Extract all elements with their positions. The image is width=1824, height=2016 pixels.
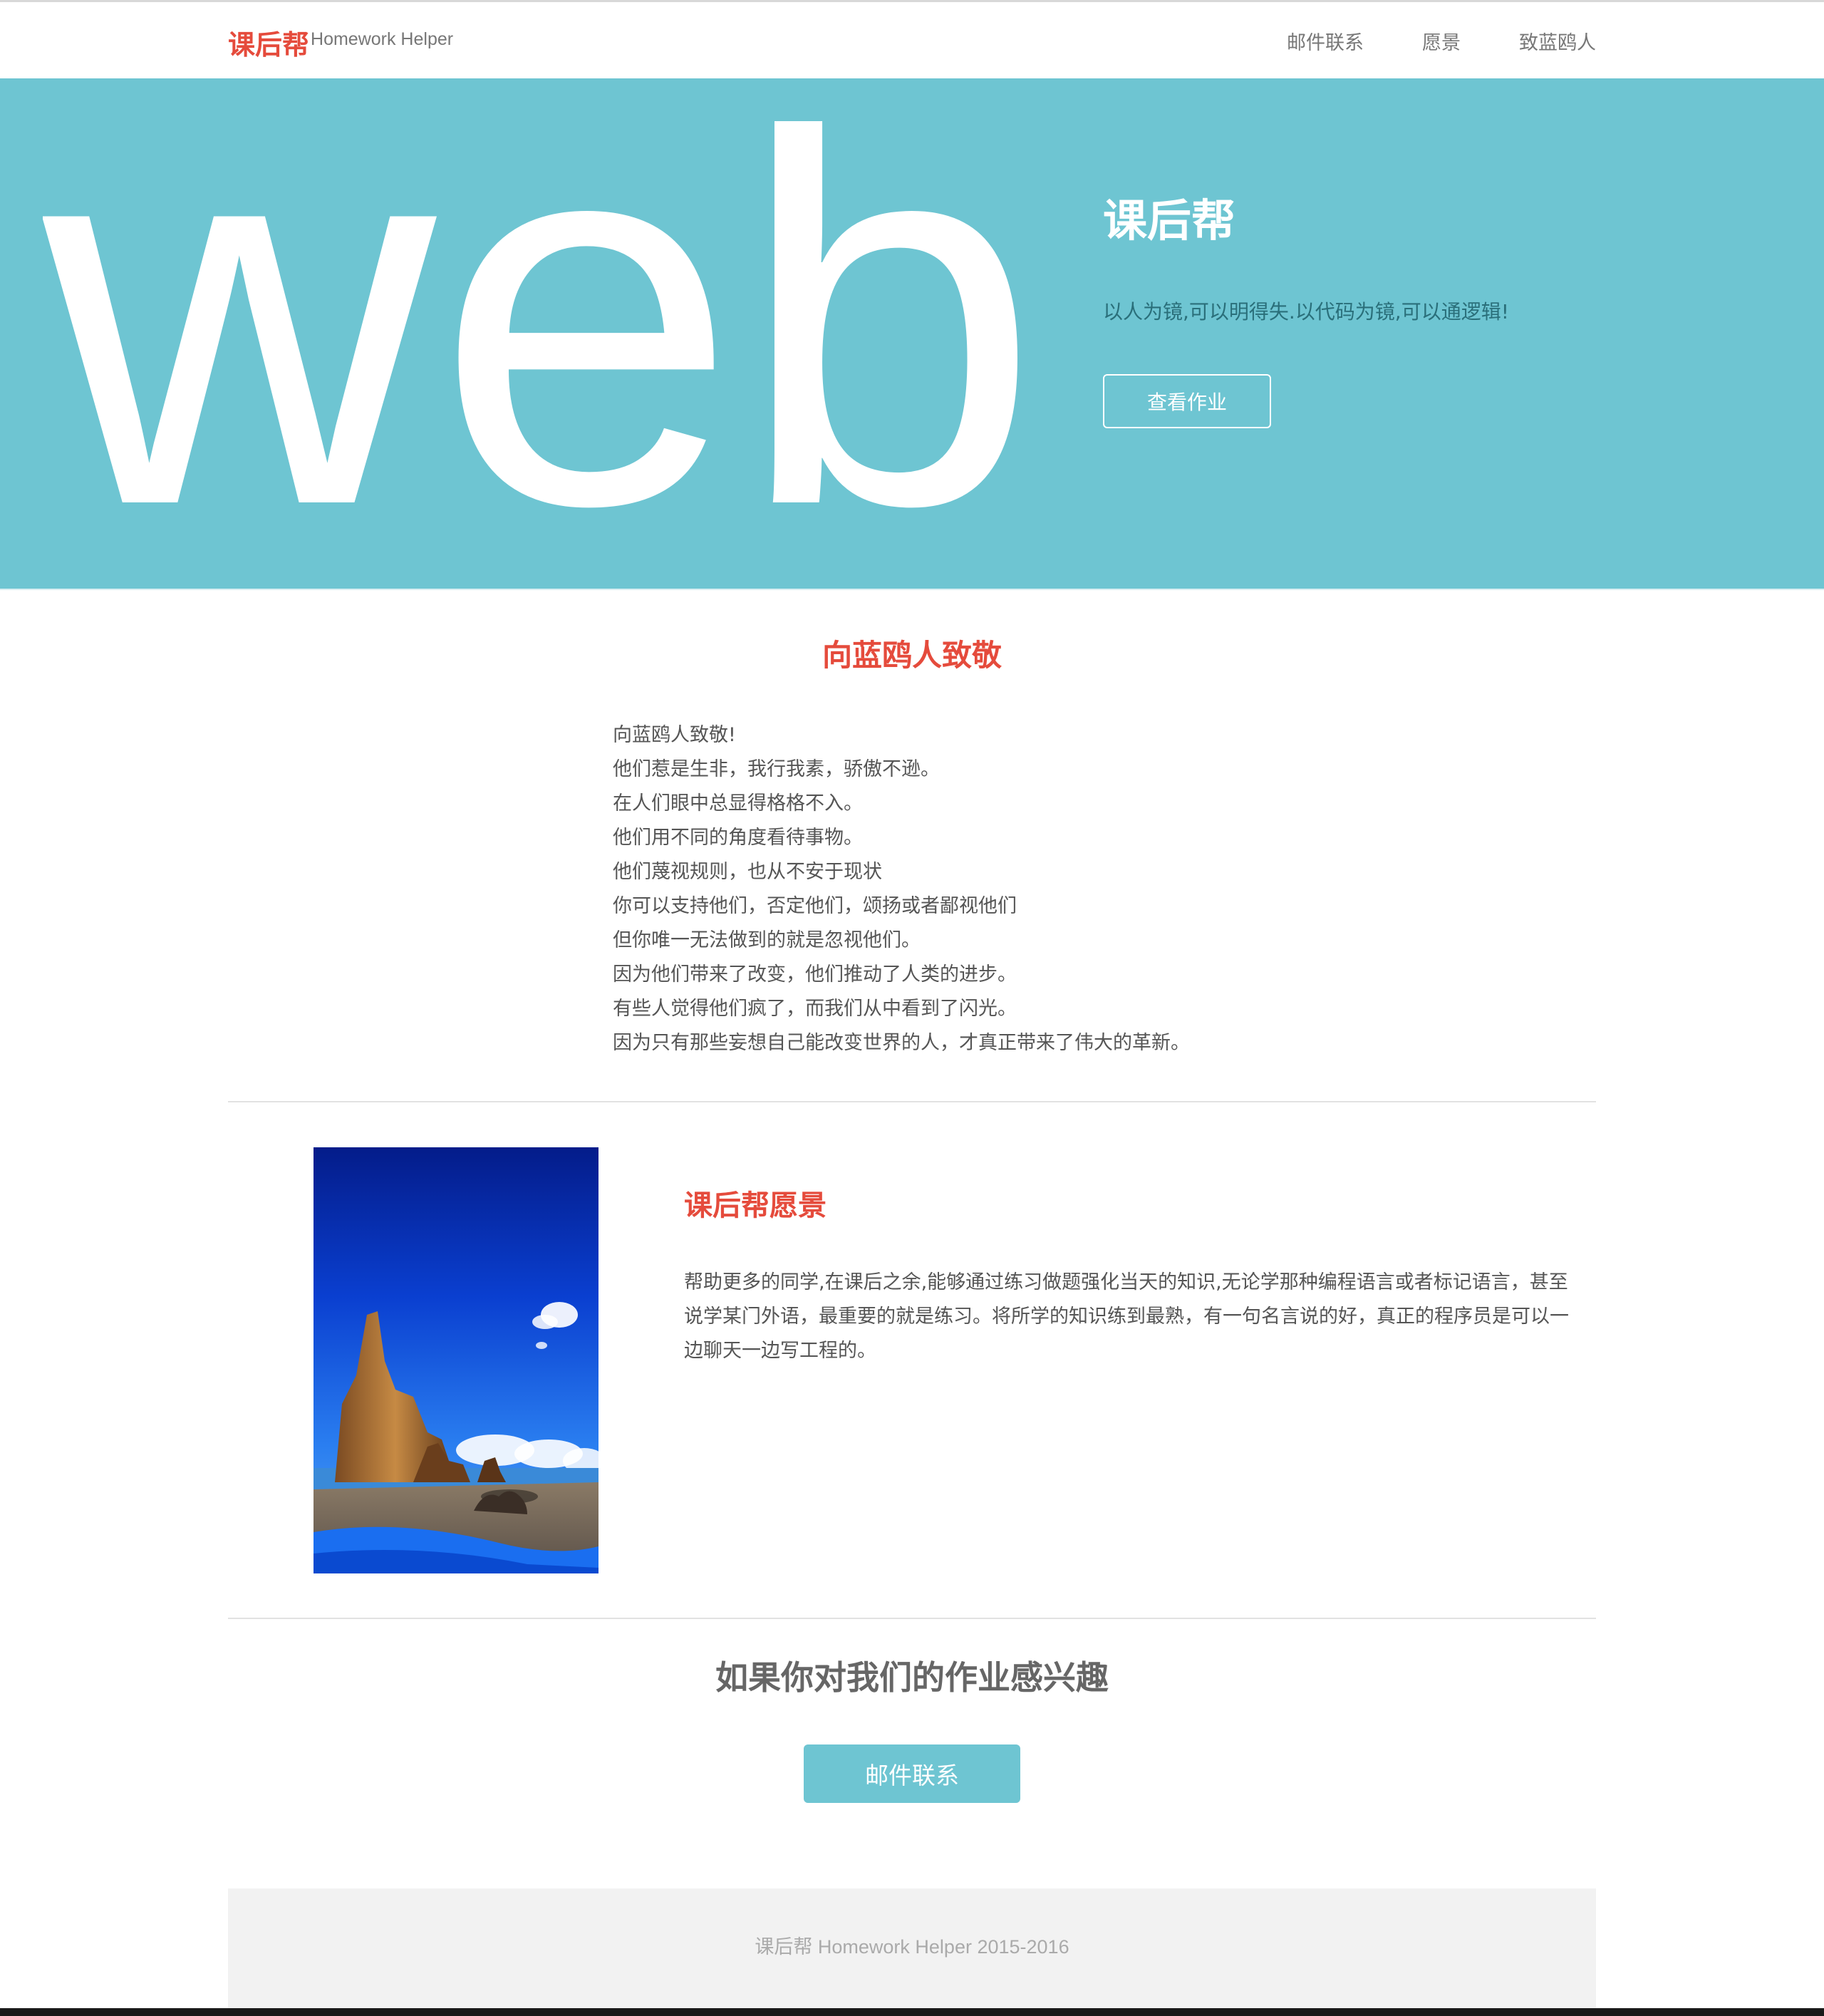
footer-copyright: 课后帮 Homework Helper 2015-2016	[755, 1936, 1069, 1958]
tribute-poem: 向蓝鸥人致敬! 他们惹是生非，我行我素，骄傲不逊。 在人们眼中总显得格格不入。 …	[613, 718, 1325, 1060]
hero-subtitle: 以人为镜,可以明得失.以代码为镜,可以通逻辑!	[1103, 300, 1509, 324]
section-divider	[228, 1101, 1596, 1102]
poem-line: 但你唯一无法做到的就是忽视他们。	[613, 929, 921, 951]
section-divider	[228, 1618, 1596, 1619]
vision-text: 帮助更多的同学,在课后之余,能够通过练习做题强化当天的知识,无论学那种编程语言或…	[684, 1271, 1569, 1362]
hero-big-text: web	[43, 121, 1040, 520]
vision-beach-image	[314, 1147, 598, 1573]
hero-title: 课后帮	[1103, 195, 1236, 247]
nav-links: 邮件联系 愿景 致蓝鸥人	[1228, 29, 1596, 58]
poem-line: 他们蔑视规则，也从不安于现状	[613, 861, 882, 883]
bottom-edge	[0, 2008, 1824, 2016]
poem-line: 在人们眼中总显得格格不入。	[613, 792, 863, 815]
nav-link-vision[interactable]: 愿景	[1422, 29, 1461, 58]
nav-link-tribute[interactable]: 致蓝鸥人	[1519, 29, 1596, 58]
poem-line: 因为只有那些妄想自己能改变世界的人，才真正带来了伟大的革新。	[613, 1032, 1190, 1054]
brand-logo[interactable]: 课后帮 Homework Helper	[228, 26, 453, 63]
brand-name-cn: 课后帮	[228, 29, 310, 61]
poem-line: 有些人觉得他们疯了，而我们从中看到了闪光。	[613, 998, 1017, 1020]
cta-title: 如果你对我们的作业感兴趣	[715, 1658, 1109, 1697]
nav-link-email[interactable]: 邮件联系	[1287, 29, 1364, 58]
email-contact-button[interactable]: 邮件联系	[804, 1744, 1020, 1803]
view-homework-button[interactable]: 查看作业	[1103, 374, 1271, 428]
navbar: 课后帮 Homework Helper 邮件联系 愿景 致蓝鸥人	[0, 2, 1824, 78]
hero-banner: web 课后帮 以人为镜,可以明得失.以代码为镜,可以通逻辑! 查看作业	[0, 78, 1824, 590]
brand-name-en: Homework Helper	[311, 29, 454, 49]
vision-title: 课后帮愿景	[684, 1189, 826, 1222]
poem-line: 因为他们带来了改变，他们推动了人类的进步。	[613, 963, 1017, 986]
poem-line: 你可以支持他们，否定他们，颂扬或者鄙视他们	[613, 895, 1017, 917]
poem-line: 向蓝鸥人致敬!	[613, 724, 736, 746]
poem-line: 他们惹是生非，我行我素，骄傲不逊。	[613, 758, 940, 780]
poem-line: 他们用不同的角度看待事物。	[613, 827, 863, 849]
tribute-title: 向蓝鸥人致敬	[822, 638, 1002, 673]
footer: 课后帮 Homework Helper 2015-2016	[228, 1888, 1596, 2016]
hero-big-text-glyphs: web	[43, 121, 1040, 520]
